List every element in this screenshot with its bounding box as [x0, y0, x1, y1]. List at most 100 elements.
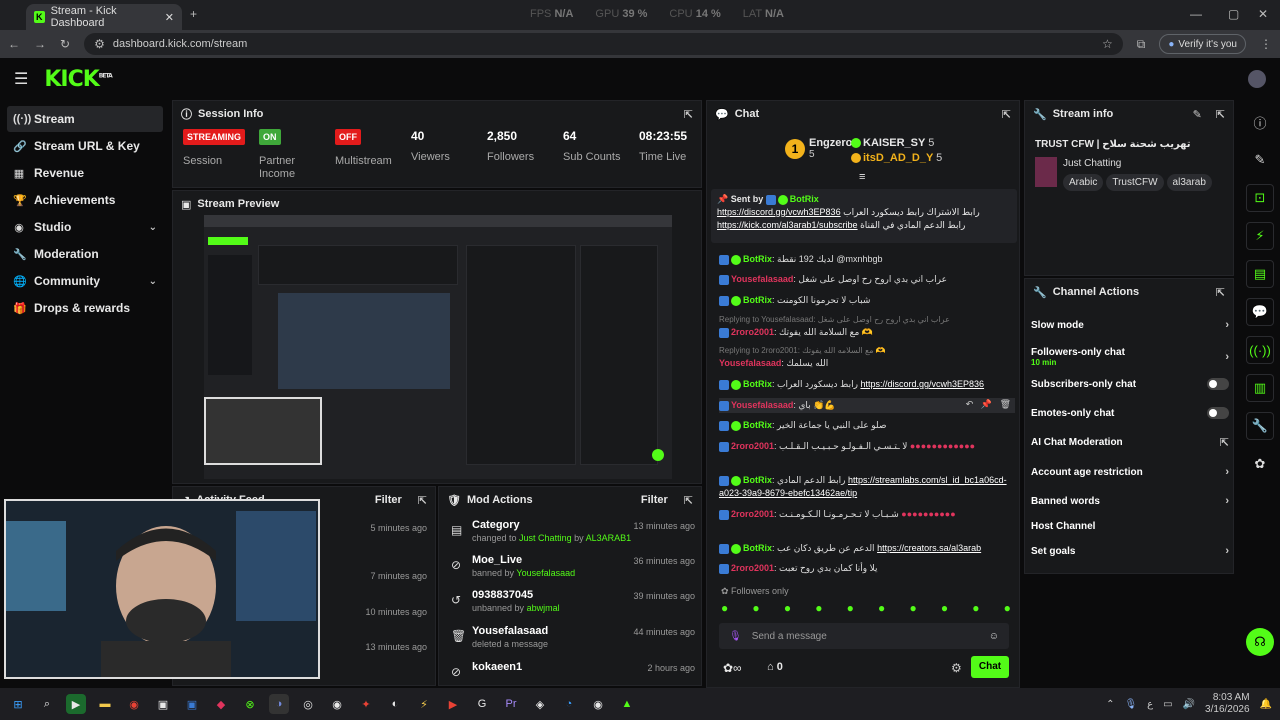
tag-chip[interactable]: al3arab — [1166, 174, 1212, 191]
sidebar-item-achievements[interactable]: 🏆 Achievements — [7, 187, 163, 213]
tag-chip[interactable]: TrustCFW — [1106, 174, 1164, 191]
emotes-only-row[interactable]: Emotes-only chat — [1031, 401, 1229, 425]
chat-message[interactable]: 2roro2001: مع السلامة الله يفوتك 🫶 — [719, 326, 1015, 339]
microphone-icon[interactable]: 🎙 — [729, 631, 742, 642]
microphone-icon[interactable]: 🎙 — [1124, 699, 1137, 710]
app-icon[interactable]: ⚡ — [414, 694, 434, 714]
popout-icon[interactable]: ⇱ — [1216, 108, 1225, 121]
new-tab-icon[interactable]: + — [190, 7, 197, 21]
url-field[interactable]: ⚙ dashboard.kick.com/stream ☆ — [84, 33, 1123, 55]
emote-icon[interactable]: ● — [815, 601, 822, 615]
sidebar-item-stream[interactable]: ((·)) Stream — [7, 106, 163, 132]
emote-icon[interactable]: ● — [941, 601, 948, 615]
set-goals-row[interactable]: Set goals › — [1031, 539, 1229, 563]
chat-message[interactable]: BotRix: رابط ديسكورد العراب https://disc… — [719, 378, 1015, 391]
app-icon[interactable]: ✦ — [356, 694, 376, 714]
edit-pencil-icon[interactable]: ✎ — [1193, 108, 1202, 121]
emote-icon[interactable]: ● — [784, 601, 791, 615]
emote-icon[interactable]: ● — [972, 601, 979, 615]
clipboard-icon[interactable]: ▤ — [1246, 260, 1274, 288]
delete-icon[interactable]: 🗑 — [1000, 399, 1011, 409]
app-icon[interactable]: ▣ — [182, 694, 202, 714]
kick-logo[interactable]: KICKBETA — [44, 67, 112, 92]
chat-message[interactable]: 2roro2001: شـبـاب لا تـحـرمـونـا الـكـوم… — [719, 508, 1015, 521]
chat-message[interactable]: 2roro2001: يلا وأنا كمان بدي روح تعبت — [719, 562, 1015, 575]
lightning-icon[interactable]: ⚡ — [1246, 222, 1274, 250]
mod-filter-button[interactable]: Filter — [641, 494, 668, 506]
sidebar-item-moderation[interactable]: 🔧 Moderation — [7, 241, 163, 267]
reload-icon[interactable]: ↻ — [60, 37, 70, 51]
host-channel-row[interactable]: Host Channel — [1031, 514, 1229, 538]
youtube-icon[interactable]: ▶ — [443, 694, 463, 714]
chat-filter-icon[interactable]: ≡ — [859, 171, 865, 183]
subscribers-only-row[interactable]: Subscribers-only chat — [1031, 372, 1229, 396]
app-icon[interactable]: ◉ — [588, 694, 608, 714]
emote-icon[interactable]: ● — [721, 601, 728, 615]
activity-filter-button[interactable]: Filter — [375, 494, 402, 506]
discord-icon[interactable]: ◑ — [269, 694, 289, 714]
sidebar-item-drops[interactable]: 🎁 Drops & rewards — [7, 295, 163, 321]
verify-button[interactable]: ● Verify it's you — [1159, 34, 1246, 54]
emotes-only-toggle[interactable] — [1207, 407, 1229, 419]
slow-mode-row[interactable]: Slow mode › — [1031, 313, 1229, 337]
emote-icon[interactable]: ● — [909, 601, 916, 615]
chrome-icon[interactable]: ◉ — [124, 694, 144, 714]
emote-icon[interactable]: ● — [847, 601, 854, 615]
language-icon[interactable]: ع — [1147, 699, 1153, 710]
sidebar-item-community[interactable]: 🌐 Community ⌄ — [7, 268, 163, 294]
app-icon[interactable]: ▲ — [617, 694, 637, 714]
mod-action-row[interactable]: ⊘ Moe_Live banned by Yousefalasaad 36 mi… — [447, 554, 695, 588]
emote-icon[interactable]: ● — [752, 601, 759, 615]
chat-message[interactable]: BotRix: صلو على النبي يا جماعة الخير — [719, 419, 1015, 432]
chat-message-hovered[interactable]: Yousefalasaad: باي 👏💪 ↶ 📌 🗑 — [719, 398, 1015, 413]
site-info-icon[interactable]: ⚙ — [94, 37, 105, 51]
points-balance[interactable]: ⌂ 0 — [767, 661, 783, 673]
chat-settings-icon[interactable]: ⚙ — [951, 661, 962, 675]
edit-pencil-icon[interactable]: ✎ — [1246, 146, 1274, 174]
user-avatar[interactable] — [1248, 70, 1266, 88]
steam-icon[interactable]: ◎ — [298, 694, 318, 714]
chat-message[interactable]: BotRix: الدعم عن طريق دكان عب https://cr… — [719, 542, 1015, 555]
sidebar-item-studio[interactable]: ◉ Studio ⌄ — [7, 214, 163, 240]
chat-message[interactable]: Yousefalasaad: الله يسلمك — [719, 357, 1015, 370]
ai-moderation-row[interactable]: AI Chat Moderation ⇱ — [1031, 430, 1229, 454]
pinned-message[interactable]: 📌 Sent by BotRix رابط الاشتراك رابط ديسك… — [711, 189, 1017, 243]
wrench-icon[interactable]: 🔧 — [1246, 412, 1274, 440]
app-icon[interactable]: ◆ — [211, 694, 231, 714]
back-icon[interactable]: ← — [8, 37, 20, 51]
emote-icon[interactable]: ● — [1004, 601, 1011, 615]
search-icon[interactable]: ⌕ — [37, 694, 57, 714]
browser-menu-icon[interactable]: ⋮ — [1260, 37, 1272, 51]
file-explorer-icon[interactable]: ▬ — [95, 694, 115, 714]
app-icon[interactable]: ◐ — [385, 694, 405, 714]
app-icon[interactable]: ◈ — [530, 694, 550, 714]
nvidia-icon[interactable]: ▶ — [66, 694, 86, 714]
extensions-icon[interactable]: ⧉ — [1137, 37, 1146, 52]
windows-start-icon[interactable]: ⊞ — [8, 694, 28, 714]
pin-icon[interactable]: 📌 — [981, 399, 992, 409]
network-icon[interactable]: ▭ — [1163, 699, 1172, 710]
browser-tab[interactable]: K Stream - Kick Dashboard ✕ — [26, 4, 182, 30]
sidebar-item-stream-url[interactable]: 🔗 Stream URL & Key — [7, 133, 163, 159]
mod-action-row[interactable]: ▤ Category changed to Just Chatting by A… — [447, 519, 695, 553]
chat-message[interactable]: Yousefalasaad: عراب اني بدي اروح رح اوصل… — [719, 273, 1015, 286]
account-age-row[interactable]: Account age restriction › — [1031, 460, 1229, 484]
maximize-icon[interactable]: ▢ — [1228, 7, 1239, 21]
emote-quickbar[interactable]: ● ● ● ● ● ● ● ● ● ● — [721, 601, 1011, 615]
channel-points-icon[interactable]: ✿∞ — [723, 661, 742, 675]
top-user-1[interactable]: Engzero 5 — [809, 137, 852, 160]
app-icon[interactable]: G — [472, 694, 492, 714]
chat-input[interactable]: 🎙 Send a message ☺ — [719, 623, 1009, 649]
chat-message[interactable]: BotRix: لديك 192 نقطة @mxnhbgb — [719, 253, 1015, 266]
minimize-icon[interactable]: — — [1190, 7, 1202, 21]
obs-icon[interactable]: ◉ — [327, 694, 347, 714]
sidebar-item-revenue[interactable]: ▦ Revenue — [7, 160, 163, 186]
premiere-icon[interactable]: Pr — [501, 694, 521, 714]
chevron-up-icon[interactable]: ⌃ — [1106, 699, 1114, 710]
popout-icon[interactable]: ⇱ — [1002, 108, 1011, 121]
mod-action-row[interactable]: 🗑 Yousefalasaad deleted a message 44 min… — [447, 625, 695, 659]
help-support-icon[interactable]: ☊ — [1246, 628, 1274, 656]
hamburger-menu-icon[interactable]: ☰ — [14, 69, 28, 89]
popout-icon[interactable]: ⇱ — [418, 494, 427, 507]
close-tab-icon[interactable]: ✕ — [165, 11, 174, 24]
